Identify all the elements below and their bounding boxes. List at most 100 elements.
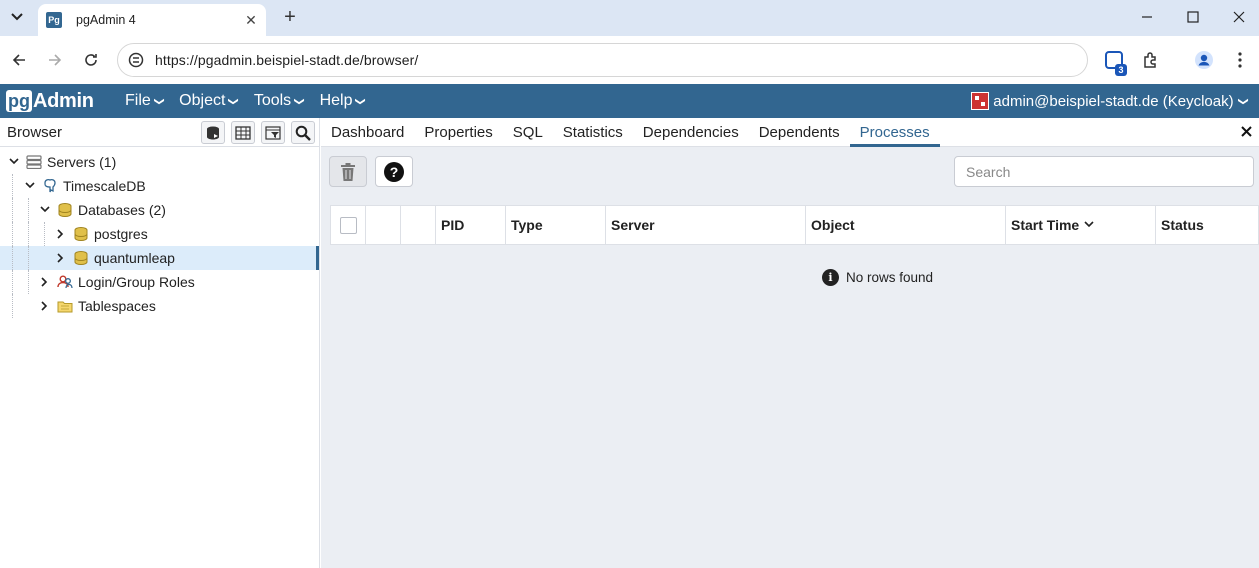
search-input[interactable] bbox=[954, 156, 1254, 187]
column-header-server[interactable]: Server bbox=[606, 206, 806, 244]
select-all-cell bbox=[331, 206, 366, 244]
filter-table-icon bbox=[265, 125, 281, 140]
maximize-icon[interactable] bbox=[1183, 7, 1203, 27]
refresh-icon bbox=[85, 54, 97, 66]
query-tool-button[interactable] bbox=[201, 121, 225, 144]
search-objects-button[interactable] bbox=[291, 121, 315, 144]
browser-panel-header: Browser bbox=[0, 118, 319, 147]
back-icon[interactable] bbox=[9, 50, 29, 70]
tree-item-tablespaces[interactable]: Tablespaces bbox=[0, 294, 319, 318]
chevron-down-icon[interactable] bbox=[39, 204, 51, 216]
tree-item-postgres[interactable]: postgres bbox=[0, 222, 319, 246]
terminate-process-button[interactable] bbox=[329, 156, 367, 187]
chevron-down-icon[interactable] bbox=[8, 156, 20, 168]
processes-grid: PID Type Server Object Start Time Status… bbox=[330, 205, 1259, 568]
minimize-icon[interactable] bbox=[1137, 7, 1157, 27]
action-column-header bbox=[401, 206, 436, 244]
reload-icon[interactable] bbox=[81, 50, 101, 70]
kebab-menu-icon[interactable] bbox=[1230, 50, 1250, 70]
tab-properties[interactable]: Properties bbox=[414, 118, 502, 147]
column-header-label: Object bbox=[811, 217, 855, 233]
pgadmin-logo: pg Admin bbox=[6, 88, 94, 114]
filtered-rows-button[interactable] bbox=[261, 121, 285, 144]
postgres-elephant-icon bbox=[44, 178, 56, 193]
menu-tools[interactable]: Tools ❯ bbox=[254, 84, 305, 118]
menu-object[interactable]: Object ❯ bbox=[179, 84, 240, 118]
tree-item-label: postgres bbox=[94, 226, 148, 242]
chevron-right-icon[interactable] bbox=[39, 276, 51, 288]
close-window-icon[interactable] bbox=[1229, 7, 1249, 27]
user-menu[interactable]: admin@beispiel-stadt.de (Keycloak) ❯ bbox=[971, 84, 1248, 118]
tree-item-label: Servers (1) bbox=[47, 154, 117, 170]
chevron-down-icon[interactable] bbox=[24, 180, 36, 192]
maximize-glyph-icon bbox=[1187, 11, 1199, 23]
object-tree: Servers (1) TimescaleDB Databases (2) po… bbox=[0, 147, 319, 318]
caret-right-glyph-icon bbox=[41, 301, 48, 311]
browser-panel-tools bbox=[195, 121, 315, 144]
address-bar[interactable]: https://pgadmin.beispiel-stadt.de/browse… bbox=[117, 43, 1088, 77]
processes-actions: ? bbox=[329, 156, 1254, 192]
chevron-right-icon[interactable] bbox=[39, 300, 51, 312]
database-glyph-icon bbox=[74, 227, 88, 242]
help-button[interactable]: ? bbox=[375, 156, 413, 187]
extension-count: 3 bbox=[1115, 64, 1127, 76]
arrow-left-icon bbox=[12, 54, 25, 66]
caret-down-glyph-icon bbox=[9, 158, 19, 165]
content-tabs: Dashboard Properties SQL Statistics Depe… bbox=[321, 118, 1259, 147]
browser-toolbar: https://pgadmin.beispiel-stadt.de/browse… bbox=[0, 36, 1259, 84]
search-icon bbox=[295, 125, 311, 141]
caret-right-glyph-icon bbox=[57, 229, 64, 239]
chevron-right-icon[interactable] bbox=[55, 228, 67, 240]
browser-tab[interactable]: Pg pgAdmin 4 ✕ bbox=[38, 4, 266, 36]
column-header-status[interactable]: Status bbox=[1156, 206, 1258, 244]
tablespaces-icon bbox=[57, 298, 73, 314]
tab-sql[interactable]: SQL bbox=[503, 118, 553, 147]
column-header-label: PID bbox=[441, 217, 465, 233]
table-icon bbox=[235, 125, 251, 140]
database-icon bbox=[73, 226, 89, 242]
extensions-puzzle-icon[interactable] bbox=[1141, 50, 1161, 70]
databases-icon bbox=[57, 202, 73, 218]
info-icon: i bbox=[822, 269, 839, 286]
tree-item-databases[interactable]: Databases (2) bbox=[0, 198, 319, 222]
tree-item-timescaledb[interactable]: TimescaleDB bbox=[0, 174, 319, 198]
column-header-start-time[interactable]: Start Time bbox=[1006, 206, 1156, 244]
chevron-down-icon: ❯ bbox=[355, 96, 367, 106]
site-info-icon[interactable] bbox=[128, 52, 144, 68]
column-header-type[interactable]: Type bbox=[506, 206, 606, 244]
column-header-label: Type bbox=[511, 217, 543, 233]
close-panel-icon[interactable] bbox=[1239, 124, 1253, 138]
column-header-object[interactable]: Object bbox=[806, 206, 1006, 244]
menu-file-label: File bbox=[125, 92, 151, 109]
tree-item-login-group-roles[interactable]: Login/Group Roles bbox=[0, 270, 319, 294]
tree-guide-line bbox=[28, 246, 29, 270]
menu-file[interactable]: File ❯ bbox=[125, 84, 164, 118]
tab-search-button[interactable] bbox=[6, 6, 28, 28]
sort-chevron-glyph-icon bbox=[1084, 220, 1094, 227]
chevron-down-icon bbox=[11, 13, 23, 21]
chevron-down-icon: ❯ bbox=[228, 96, 240, 106]
tab-statistics[interactable]: Statistics bbox=[553, 118, 633, 147]
browser-tabstrip: Pg pgAdmin 4 ✕ + bbox=[0, 0, 1259, 36]
tree-item-quantumleap[interactable]: quantumleap bbox=[0, 246, 319, 270]
select-all-checkbox[interactable] bbox=[339, 216, 357, 234]
view-data-button[interactable] bbox=[231, 121, 255, 144]
forward-icon[interactable] bbox=[45, 50, 65, 70]
column-header-pid[interactable]: PID bbox=[436, 206, 506, 244]
tab-dependencies[interactable]: Dependencies bbox=[633, 118, 749, 147]
extension-badge-icon[interactable]: 3 bbox=[1105, 51, 1127, 76]
grid-header: PID Type Server Object Start Time Status bbox=[330, 205, 1259, 245]
tree-guide-line bbox=[12, 174, 13, 198]
tree-item-servers[interactable]: Servers (1) bbox=[0, 150, 319, 174]
pgadmin-favicon-icon: Pg bbox=[46, 12, 62, 28]
tab-dependents[interactable]: Dependents bbox=[749, 118, 850, 147]
close-tab-icon[interactable]: ✕ bbox=[242, 11, 260, 29]
chevron-right-icon[interactable] bbox=[55, 252, 67, 264]
roles-icon bbox=[57, 274, 73, 290]
tab-dashboard[interactable]: Dashboard bbox=[321, 118, 414, 147]
caret-down-glyph-icon bbox=[40, 206, 50, 213]
new-tab-icon[interactable]: + bbox=[280, 7, 300, 27]
menu-help[interactable]: Help ❯ bbox=[320, 84, 367, 118]
profile-icon[interactable] bbox=[1194, 50, 1214, 70]
tab-processes[interactable]: Processes bbox=[849, 118, 940, 147]
